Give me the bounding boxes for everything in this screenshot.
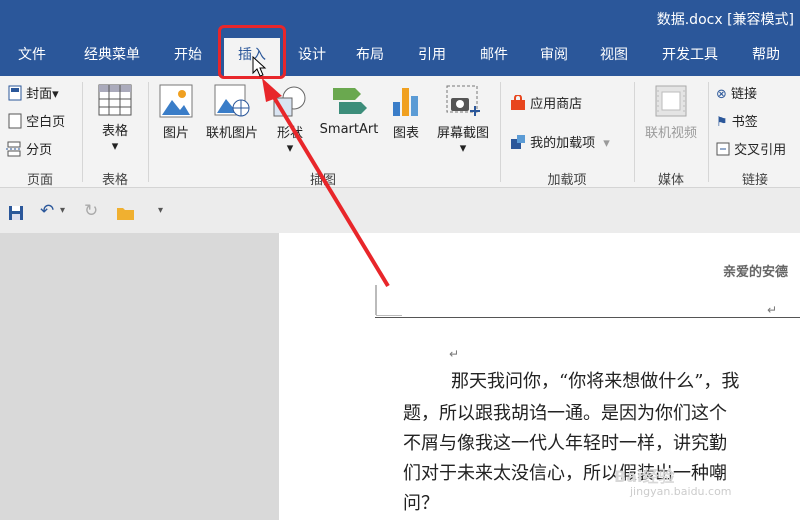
screenshot-icon (446, 85, 480, 116)
chevron-down-icon[interactable]: ▾ (60, 205, 65, 216)
cross-reference-button[interactable]: 交叉引用 (716, 139, 786, 158)
table-label: 表格 (101, 124, 128, 139)
film-icon (655, 85, 687, 117)
ribbon-tab-bar: 文件 经典菜单 开始 插入 设计 布局 引用 邮件 审阅 视图 开发工具 帮助 (0, 38, 800, 76)
separator (148, 82, 149, 182)
tab-help[interactable]: 帮助 (742, 38, 790, 76)
tab-mailings[interactable]: 邮件 (470, 38, 518, 76)
store-button[interactable]: 应用商店 (510, 93, 582, 112)
redo-icon[interactable]: ↻ (84, 201, 98, 221)
watermark-url: jingyan.baidu.com (630, 485, 732, 498)
picture-icon (159, 84, 193, 118)
document-line: 不屑与像我这一代人年轻时一样，讲究勤 (403, 433, 727, 454)
chart-label: 图表 (392, 126, 419, 141)
save-icon[interactable] (8, 205, 24, 221)
header-rule (375, 317, 800, 318)
table-button[interactable]: 表格 ▾ (92, 84, 138, 154)
tab-design[interactable]: 设计 (288, 38, 336, 76)
customize-toolbar-icon[interactable]: ▾ (158, 205, 163, 216)
tab-developer[interactable]: 开发工具 (652, 38, 728, 76)
paragraph-mark: ↵ (767, 303, 778, 317)
cover-button[interactable]: 封面▾ (8, 83, 59, 102)
link-icon: ⊗ (716, 87, 727, 102)
open-folder-icon[interactable] (116, 205, 136, 221)
screenshot-label: 屏幕截图 (436, 126, 489, 141)
tab-view[interactable]: 视图 (590, 38, 638, 76)
my-addins-label: 我的加载项 (530, 136, 596, 151)
mouse-cursor-icon (252, 56, 267, 77)
ribbon: 封面▾ 空白页 分页 页面 表格 ▾ 表格 图片 联机图片 形状 ▾ SmartAr… (0, 76, 800, 188)
link-button[interactable]: ⊗ 链接 (716, 83, 757, 102)
undo-icon[interactable]: ↶ (40, 201, 54, 221)
blank-page-icon (8, 113, 22, 129)
quick-access-toolbar: ↶ ▾ ↻ ▾ (0, 189, 800, 233)
page-break-button[interactable]: 分页 (6, 139, 52, 158)
bookmark-label: 书签 (731, 115, 758, 130)
cover-page-icon (8, 85, 22, 101)
watermark: Bai经验 (614, 467, 675, 486)
header-text: 亲爱的安德 (723, 265, 789, 280)
smartart-label: SmartArt (319, 122, 379, 137)
blank-page-button[interactable]: 空白页 (8, 111, 65, 130)
page-break-icon (6, 141, 22, 157)
document-line: 那天我问你，“你将来想做什么”，我 (451, 371, 740, 392)
tab-classic-menu[interactable]: 经典菜单 (72, 38, 152, 76)
picture-button[interactable]: 图片 (156, 84, 196, 141)
addins-icon (511, 135, 525, 149)
online-picture-label: 联机图片 (205, 126, 258, 141)
store-label: 应用商店 (530, 97, 583, 112)
smartart-icon (333, 88, 367, 114)
my-addins-button[interactable]: 我的加载项 ▾ (510, 132, 610, 151)
document-line: 问？ (403, 493, 439, 514)
online-picture-button[interactable]: 联机图片 (202, 84, 262, 141)
tab-layout[interactable]: 布局 (346, 38, 394, 76)
tab-review[interactable]: 审阅 (530, 38, 578, 76)
separator (500, 82, 501, 182)
blank-page-label: 空白页 (26, 115, 66, 130)
table-icon (98, 84, 132, 116)
margin-corner (376, 315, 402, 316)
window-title: 数据.docx [兼容模式] (656, 12, 794, 28)
document-area: 亲爱的安德 ↵ ↵ 那天我问你，“你将来想做什么”，我 题，所以跟我胡诌一通。是… (0, 233, 800, 520)
cross-reference-label: 交叉引用 (734, 143, 787, 158)
media-group-label: 媒体 (657, 173, 684, 188)
separator (634, 82, 635, 182)
picture-label: 图片 (162, 126, 189, 141)
links-group-label: 链接 (741, 173, 768, 188)
chevron-down-icon: ▾ (603, 136, 610, 151)
tab-references[interactable]: 引用 (408, 38, 456, 76)
link-label: 链接 (731, 87, 758, 102)
bar-chart-icon (393, 88, 418, 116)
separator (708, 82, 709, 182)
shapes-label: 形状 (276, 126, 303, 141)
tables-group-label: 表格 (101, 173, 128, 188)
pages-group-label: 页面 (26, 173, 53, 188)
cover-label: 封面 (26, 87, 53, 102)
title-bar: 数据.docx [兼容模式] (0, 0, 800, 38)
document-page[interactable]: 亲爱的安德 ↵ ↵ 那天我问你，“你将来想做什么”，我 题，所以跟我胡诌一通。是… (279, 233, 800, 520)
document-line: 题，所以跟我胡诌一通。是因为你们这个 (403, 403, 727, 424)
shapes-icon (273, 86, 306, 117)
illustrations-group-label: 插图 (309, 173, 336, 188)
addins-group-label: 加载项 (547, 173, 587, 188)
store-icon (511, 94, 525, 110)
screenshot-button[interactable]: 屏幕截图 ▾ (432, 84, 494, 156)
chart-button[interactable]: 图表 (386, 84, 426, 141)
paragraph-mark: ↵ (449, 347, 460, 361)
online-picture-icon (214, 84, 250, 117)
tab-file[interactable]: 文件 (4, 38, 60, 76)
online-video-button[interactable]: 联机视频 (640, 84, 702, 141)
document-line: 们对于未来太没信心，所以假装出一种嘲 (403, 463, 727, 484)
tab-home[interactable]: 开始 (162, 38, 214, 76)
page-break-label: 分页 (26, 143, 53, 158)
smartart-button[interactable]: SmartArt (316, 84, 382, 137)
header-margin-mark (375, 285, 377, 315)
shapes-button[interactable]: 形状 ▾ (270, 84, 310, 156)
bookmark-button[interactable]: ⚑ 书签 (716, 111, 758, 130)
bookmark-icon: ⚑ (716, 115, 728, 130)
separator (82, 82, 83, 182)
online-video-label: 联机视频 (644, 126, 697, 141)
cross-reference-icon (716, 142, 730, 156)
